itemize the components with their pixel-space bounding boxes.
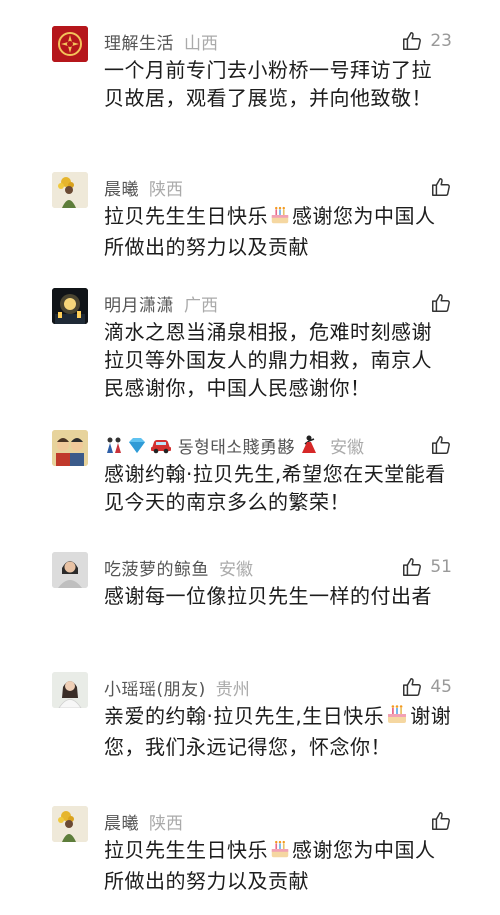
comment-text: 拉贝先生生日快乐 感谢您为中国人所做出的努力以及贡献 bbox=[104, 202, 452, 261]
night-lights-avatar-icon bbox=[52, 288, 88, 324]
comment-header: 吃菠萝的鲸鱼 安徽 bbox=[104, 552, 253, 582]
like-count: 45 bbox=[430, 677, 452, 697]
avatar[interactable] bbox=[52, 552, 88, 588]
username[interactable]: 小瑶瑶(朋友) bbox=[104, 675, 206, 700]
comment-text: 亲爱的约翰·拉贝先生,生日快乐 谢谢您，我们永远记得您，怀念你！ bbox=[104, 702, 452, 761]
avatar[interactable] bbox=[52, 26, 88, 62]
comment-text-part: 亲爱的约翰·拉贝先生,生日快乐 bbox=[104, 704, 385, 728]
thumbs-up-icon bbox=[432, 294, 450, 312]
woman-portrait-avatar-icon bbox=[52, 552, 88, 588]
comment-text: 一个月前专门去小粉桥一号拜访了拉贝故居，观看了展览，并向他致敬！ bbox=[104, 58, 432, 110]
flower-girl-avatar-icon bbox=[52, 806, 88, 842]
like-button[interactable]: 23 bbox=[401, 27, 452, 55]
comment-header: 明月潇潇 广西 bbox=[104, 288, 218, 318]
thumbs-up-icon bbox=[403, 32, 422, 50]
car-badge-icon bbox=[151, 440, 171, 454]
like-button[interactable]: 51 bbox=[401, 553, 452, 581]
username[interactable]: 晨曦 bbox=[104, 809, 139, 834]
birthday-cake-icon bbox=[385, 702, 409, 733]
birthday-cake-icon bbox=[269, 204, 291, 233]
figures-badge-icon bbox=[107, 437, 121, 453]
like-button[interactable] bbox=[430, 289, 452, 317]
comment-header: 理解生活 山西 bbox=[104, 26, 218, 56]
comment-text-part: 拉贝先生生日快乐 bbox=[104, 838, 268, 862]
dancer-icon bbox=[302, 435, 317, 453]
like-button[interactable] bbox=[430, 431, 452, 459]
region-label: 贵州 bbox=[215, 679, 250, 700]
like-count: 23 bbox=[430, 31, 452, 51]
region-label: 陕西 bbox=[149, 179, 183, 200]
avatar[interactable] bbox=[52, 172, 88, 208]
user-badges bbox=[104, 435, 172, 455]
username[interactable]: 晨曦 bbox=[104, 175, 139, 200]
like-button[interactable] bbox=[430, 173, 452, 201]
red-ornament-avatar-icon bbox=[52, 26, 88, 62]
thumbs-up-icon bbox=[403, 558, 422, 576]
like-button[interactable] bbox=[430, 807, 452, 835]
comment-text-part: 拉贝先生生日快乐 bbox=[104, 204, 268, 228]
region-label: 安徽 bbox=[219, 559, 253, 580]
like-button[interactable]: 45 bbox=[401, 673, 452, 701]
comment-text: 拉贝先生生日快乐 感谢您为中国人所做出的努力以及贡献 bbox=[104, 836, 452, 895]
thumbs-up-icon bbox=[403, 678, 422, 696]
avatar[interactable] bbox=[52, 288, 88, 324]
avatar[interactable] bbox=[52, 806, 88, 842]
avatar[interactable] bbox=[52, 672, 88, 708]
username[interactable]: 理解生活 bbox=[104, 29, 174, 54]
thumbs-up-icon bbox=[432, 178, 450, 196]
username[interactable]: 동형태소賤勇夦 bbox=[178, 433, 295, 458]
comment-text: 感谢每一位像拉贝先生一样的付出者 bbox=[104, 584, 432, 608]
region-label: 陕西 bbox=[149, 813, 183, 834]
comment-text: 感谢约翰·拉贝先生,希望您在天堂能看见今天的南京多么的繁荣！ bbox=[104, 462, 446, 514]
region-label: 安徽 bbox=[330, 437, 365, 458]
comment-header: 小瑶瑶(朋友) 贵州 bbox=[104, 672, 250, 702]
like-count: 51 bbox=[430, 557, 452, 577]
thumbs-up-icon bbox=[432, 436, 450, 454]
region-label: 山西 bbox=[184, 33, 218, 54]
avatar[interactable] bbox=[52, 430, 88, 466]
username[interactable]: 吃菠萝的鲸鱼 bbox=[104, 555, 209, 580]
username[interactable]: 明月潇潇 bbox=[104, 291, 174, 316]
comment-header: 晨曦 陕西 bbox=[104, 172, 183, 202]
diamond-badge-icon bbox=[129, 438, 145, 453]
woman-white-avatar-icon bbox=[52, 672, 88, 708]
comment-text: 滴水之恩当涌泉相报，危难时刻感谢拉贝等外国友人的鼎力相救，南京人民感谢你，中国人… bbox=[104, 320, 432, 400]
comment-header: 晨曦 陕西 bbox=[104, 806, 183, 836]
thumbs-up-icon bbox=[432, 812, 450, 830]
cartoon-avatar-icon bbox=[52, 430, 88, 466]
flower-girl-avatar-icon bbox=[52, 172, 88, 208]
birthday-cake-icon bbox=[269, 838, 291, 867]
comment-header: 동형태소賤勇夦 安徽 bbox=[104, 430, 364, 460]
region-label: 广西 bbox=[184, 295, 218, 316]
